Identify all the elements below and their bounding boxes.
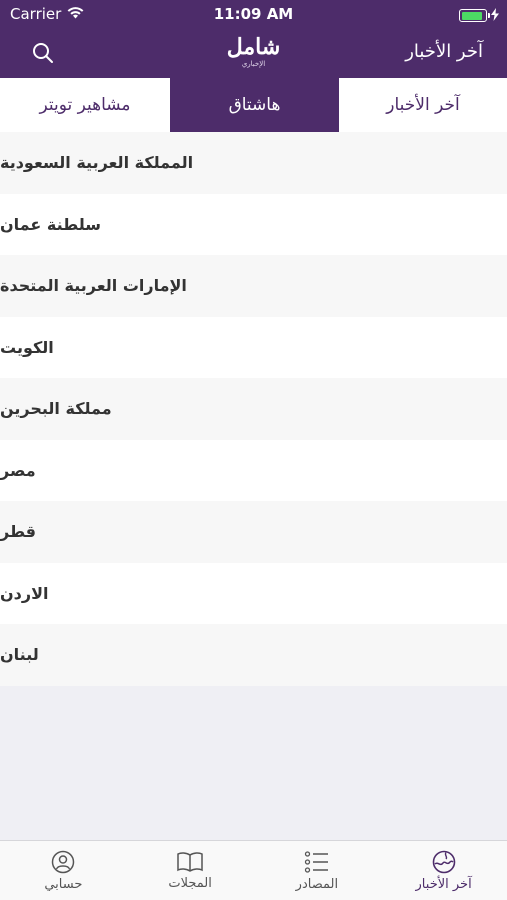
list-item[interactable]: الاردن	[0, 562, 507, 624]
list-item-label: مصر	[0, 460, 36, 480]
tabbar-label: آخر الأخبار	[415, 876, 472, 892]
tab-label: هاشتاق	[228, 95, 281, 115]
tabbar-label: حسابي	[44, 876, 83, 892]
logo-subtext: الإخباري	[241, 60, 266, 68]
status-right	[459, 6, 499, 25]
tabbar-item-latest-news[interactable]: آخر الأخبار	[380, 841, 507, 900]
segmented-tabs: مشاهير تويتر هاشتاق آخر الأخبار	[0, 78, 507, 132]
bottom-tab-bar: حسابي المجلات المصادر آخر الأخبار	[0, 840, 507, 900]
tabbar-item-magazines[interactable]: المجلات	[127, 841, 254, 900]
logo-text: شامل	[226, 34, 281, 60]
list-item-label: قطر	[0, 522, 37, 542]
globe-icon	[432, 850, 455, 873]
tab-label: آخر الأخبار	[386, 95, 460, 115]
tabbar-item-sources[interactable]: المصادر	[254, 841, 381, 900]
list-item[interactable]: سلطنة عمان	[0, 193, 507, 255]
tab-latest-news[interactable]: آخر الأخبار	[339, 78, 507, 132]
tab-twitter-celebrities[interactable]: مشاهير تويتر	[0, 78, 170, 132]
page-title: آخر الأخبار	[405, 41, 483, 62]
list-item[interactable]: الكويت	[0, 316, 507, 378]
tabbar-item-account[interactable]: حسابي	[0, 841, 127, 900]
list-item[interactable]: المملكة العربية السعودية	[0, 132, 507, 194]
status-bar: Carrier 11:09 AM	[0, 0, 507, 28]
battery-icon	[459, 9, 490, 22]
tab-hashtag[interactable]: هاشتاق	[170, 78, 339, 132]
clock: 11:09 AM	[213, 5, 294, 23]
list-item-label: الاردن	[0, 583, 49, 603]
navigation-bar: شامل الإخباري آخر الأخبار	[0, 28, 507, 78]
book-icon	[177, 851, 203, 872]
list-item-label: المملكة العربية السعودية	[0, 153, 194, 173]
country-list: المملكة العربية السعودية سلطنة عمان الإم…	[0, 132, 507, 686]
list-item-label: الكويت	[0, 337, 54, 357]
tabbar-label: المجلات	[168, 875, 212, 891]
person-icon	[52, 850, 75, 873]
list-item[interactable]: قطر	[0, 501, 507, 563]
list-icon	[304, 850, 328, 873]
list-item[interactable]: لبنان	[0, 624, 507, 686]
tab-label: مشاهير تويتر	[39, 95, 131, 115]
list-item-label: مملكة البحرين	[0, 399, 112, 419]
charging-icon	[491, 6, 499, 25]
list-item-label: الإمارات العربية المتحدة	[0, 276, 187, 296]
list-item[interactable]: مصر	[0, 439, 507, 501]
list-item-label: لبنان	[0, 645, 39, 665]
list-item[interactable]: مملكة البحرين	[0, 378, 507, 440]
tabbar-label: المصادر	[295, 876, 339, 892]
list-item-label: سلطنة عمان	[0, 214, 101, 234]
list-item[interactable]: الإمارات العربية المتحدة	[0, 255, 507, 317]
